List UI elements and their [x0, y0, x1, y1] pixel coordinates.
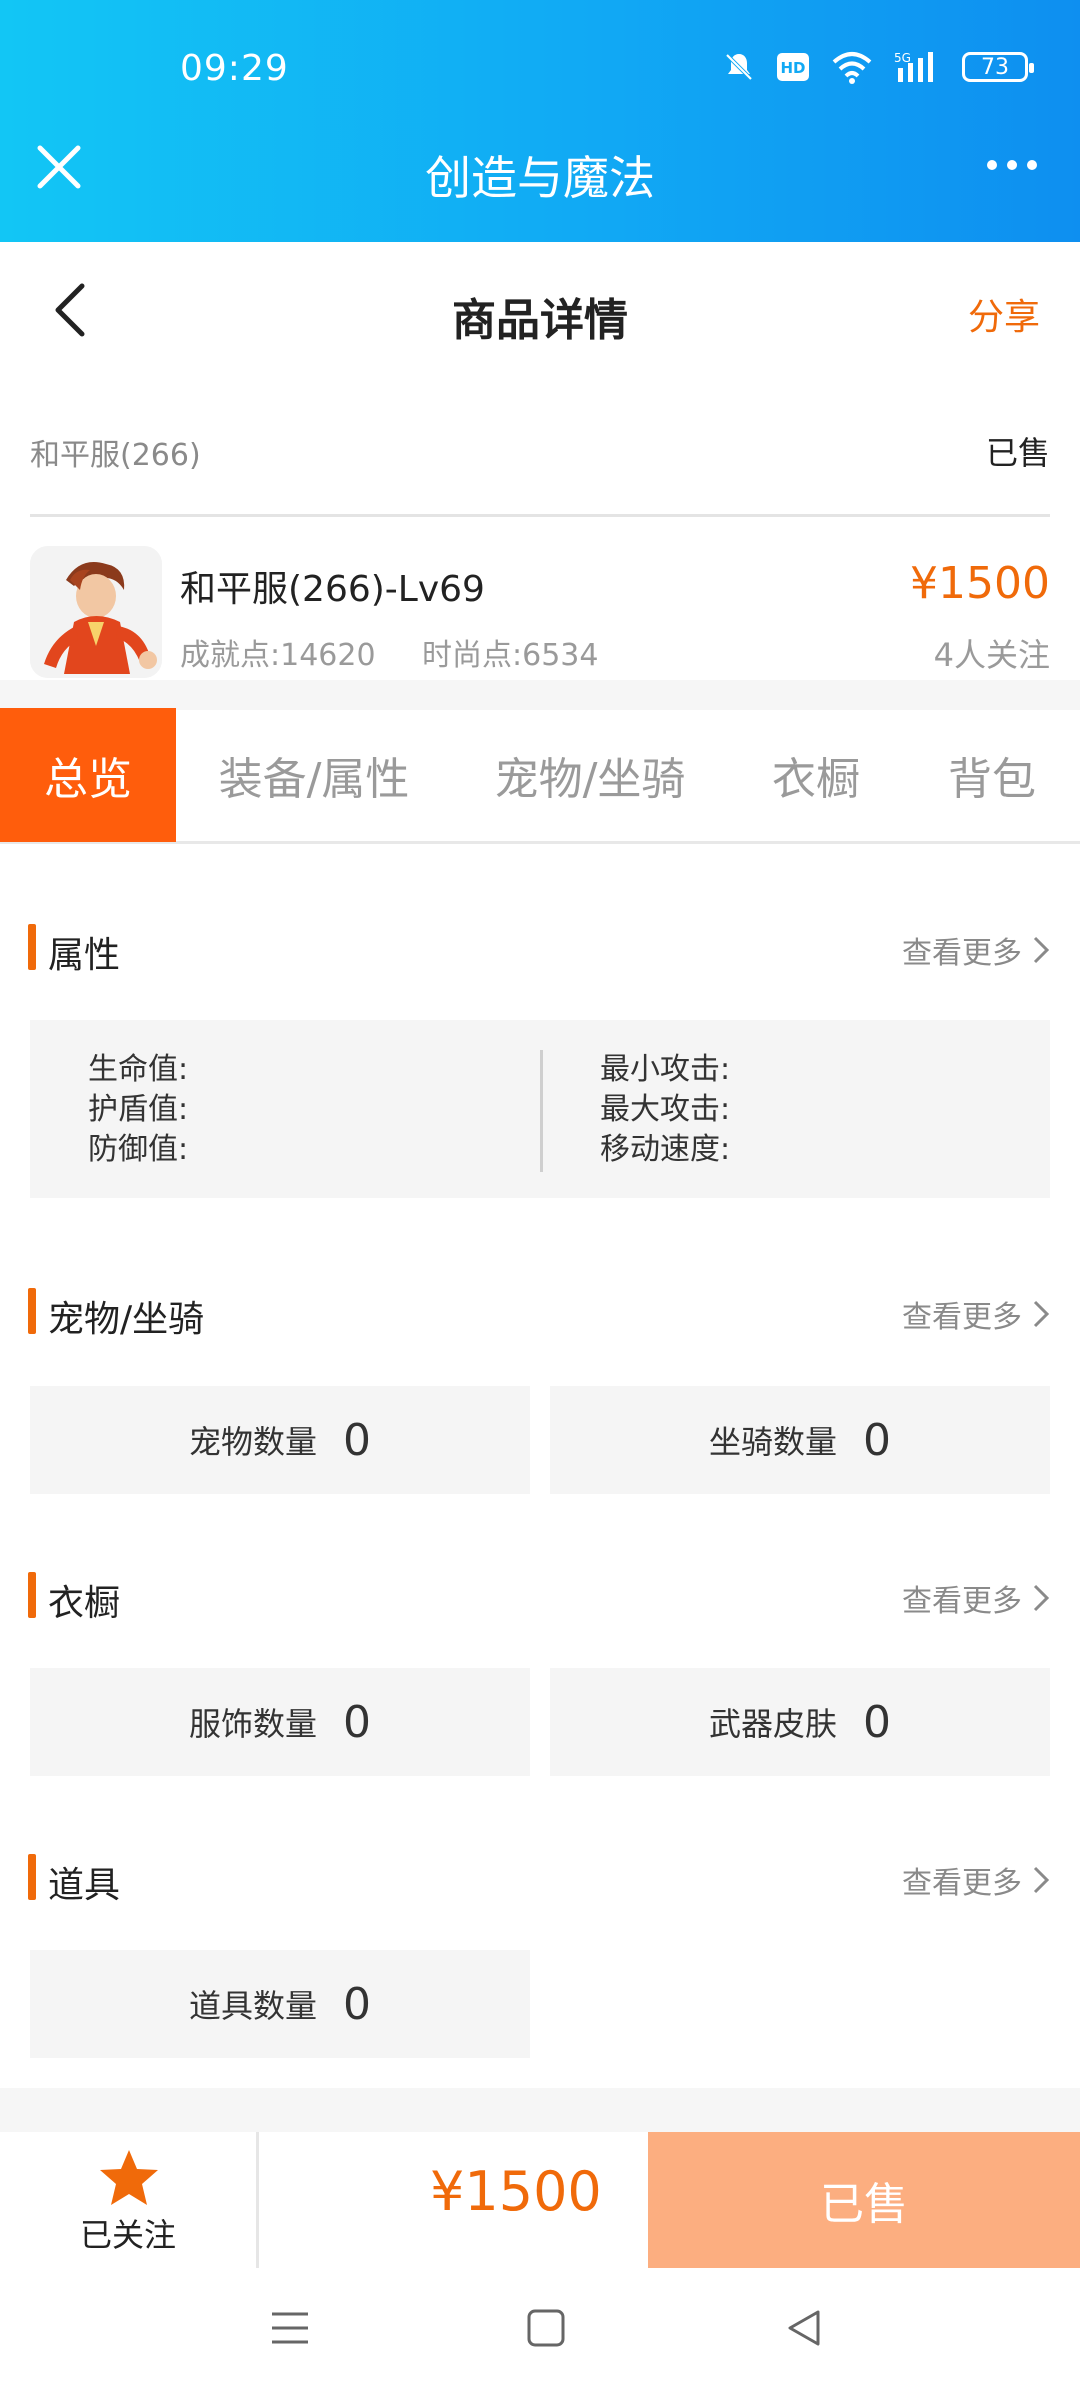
attr-hp: 生命值: — [88, 1052, 189, 1087]
stat-value: 0 — [863, 1696, 891, 1748]
listing-title: 和平服(266)-Lv69 — [180, 569, 485, 610]
outfit-count-box: 服饰数量 0 — [30, 1668, 530, 1776]
share-button[interactable]: 分享 — [968, 288, 1040, 340]
svg-text:5G: 5G — [894, 51, 911, 65]
section-marker — [28, 1572, 36, 1618]
stat-label: 宠物数量 — [188, 1423, 317, 1461]
tab-pets-mounts[interactable]: 宠物/坐骑 — [472, 708, 708, 842]
stat-value: 0 — [343, 1696, 371, 1748]
see-more-attributes[interactable]: 查看更多 — [902, 928, 1050, 972]
battery-icon: 73 — [962, 52, 1034, 82]
app-title: 创造与魔法 — [425, 151, 655, 205]
item-count-box: 道具数量 0 — [30, 1950, 530, 2058]
section-gap — [0, 680, 1080, 710]
mute-bell-icon — [725, 53, 753, 81]
detail-tabs: 总览 装备/属性 宠物/坐骑 衣橱 背包 — [0, 708, 1080, 844]
attr-max-attack: 最大攻击: — [600, 1092, 731, 1127]
hd-icon: HD — [777, 53, 809, 81]
see-more-pets[interactable]: 查看更多 — [902, 1292, 1050, 1336]
see-more-wardrobe[interactable]: 查看更多 — [902, 1576, 1050, 1620]
bottom-price: ¥1500 — [430, 2160, 602, 2223]
page-title: 商品详情 — [452, 295, 628, 346]
stat-value: 0 — [343, 1414, 371, 1466]
tab-backpack[interactable]: 背包 — [924, 708, 1060, 842]
sale-status: 已售 — [985, 434, 1050, 472]
wifi-icon — [832, 52, 872, 84]
pet-count-box: 宠物数量 0 — [30, 1386, 530, 1494]
character-avatar — [30, 546, 162, 678]
attribute-column-left: 生命值: 护盾值: 防御值: — [88, 1050, 188, 1170]
sold-button[interactable]: 已售 — [648, 2132, 1080, 2268]
chevron-right-icon — [1033, 1584, 1050, 1612]
tab-equipment[interactable]: 装备/属性 — [196, 708, 432, 842]
section-marker — [28, 924, 36, 970]
stat-value: 0 — [863, 1414, 891, 1466]
section-marker — [28, 1854, 36, 1900]
chevron-right-icon — [1033, 1300, 1050, 1328]
server-name: 和平服(266) — [30, 438, 201, 473]
signal-5g-icon: 5G — [894, 51, 933, 82]
battery-level: 73 — [981, 54, 1009, 80]
divider — [256, 2132, 259, 2268]
achievement-points: 成就点:14620 — [180, 638, 376, 673]
menu-nav-icon[interactable] — [270, 2308, 310, 2348]
follow-label[interactable]: 已关注 — [0, 2210, 256, 2256]
character-figure-icon — [30, 546, 162, 678]
status-icons: HD 5G 73 — [722, 50, 1034, 84]
section-title-attributes: 属性 — [48, 935, 121, 976]
attribute-divider — [540, 1050, 543, 1172]
attr-move-speed: 移动速度: — [600, 1132, 731, 1167]
chevron-right-icon — [1033, 1866, 1050, 1894]
divider — [30, 514, 1050, 517]
chevron-right-icon — [1033, 936, 1050, 964]
attr-min-attack: 最小攻击: — [600, 1052, 731, 1087]
attr-defense: 防御值: — [88, 1132, 189, 1167]
see-more-label: 查看更多 — [902, 936, 1022, 971]
section-title-wardrobe: 衣橱 — [48, 1583, 121, 1624]
tab-overview[interactable]: 总览 — [0, 708, 176, 842]
status-time: 09:29 — [180, 48, 289, 89]
back-nav-icon[interactable] — [784, 2308, 824, 2348]
stat-label: 服饰数量 — [188, 1705, 317, 1743]
stat-label: 道具数量 — [188, 1987, 317, 2025]
see-more-items[interactable]: 查看更多 — [902, 1858, 1050, 1902]
section-gap — [0, 2088, 1080, 2132]
fashion-points: 时尚点:6534 — [422, 638, 599, 673]
section-title-items: 道具 — [48, 1865, 121, 1906]
tab-wardrobe[interactable]: 衣橱 — [748, 708, 884, 842]
attribute-column-right: 最小攻击: 最大攻击: 移动速度: — [600, 1050, 730, 1170]
section-marker — [28, 1288, 36, 1334]
more-options-icon[interactable] — [982, 150, 1042, 180]
watcher-count: 4人关注 — [933, 636, 1050, 674]
weapon-skin-box: 武器皮肤 0 — [550, 1668, 1050, 1776]
see-more-label: 查看更多 — [902, 1584, 1022, 1619]
star-icon[interactable] — [98, 2148, 160, 2208]
listing-price: ¥1500 — [910, 558, 1050, 609]
stat-label: 武器皮肤 — [708, 1705, 837, 1743]
stat-value: 0 — [343, 1978, 371, 2030]
see-more-label: 查看更多 — [902, 1866, 1022, 1901]
home-nav-icon[interactable] — [526, 2308, 566, 2348]
attribute-panel: 生命值: 护盾值: 防御值: 最小攻击: 最大攻击: 移动速度: — [30, 1020, 1050, 1198]
mount-count-box: 坐骑数量 0 — [550, 1386, 1050, 1494]
svg-text:HD: HD — [780, 59, 805, 77]
section-title-pets: 宠物/坐骑 — [48, 1299, 205, 1340]
stat-label: 坐骑数量 — [708, 1423, 837, 1461]
attr-shield: 护盾值: — [88, 1092, 189, 1127]
see-more-label: 查看更多 — [902, 1300, 1022, 1335]
